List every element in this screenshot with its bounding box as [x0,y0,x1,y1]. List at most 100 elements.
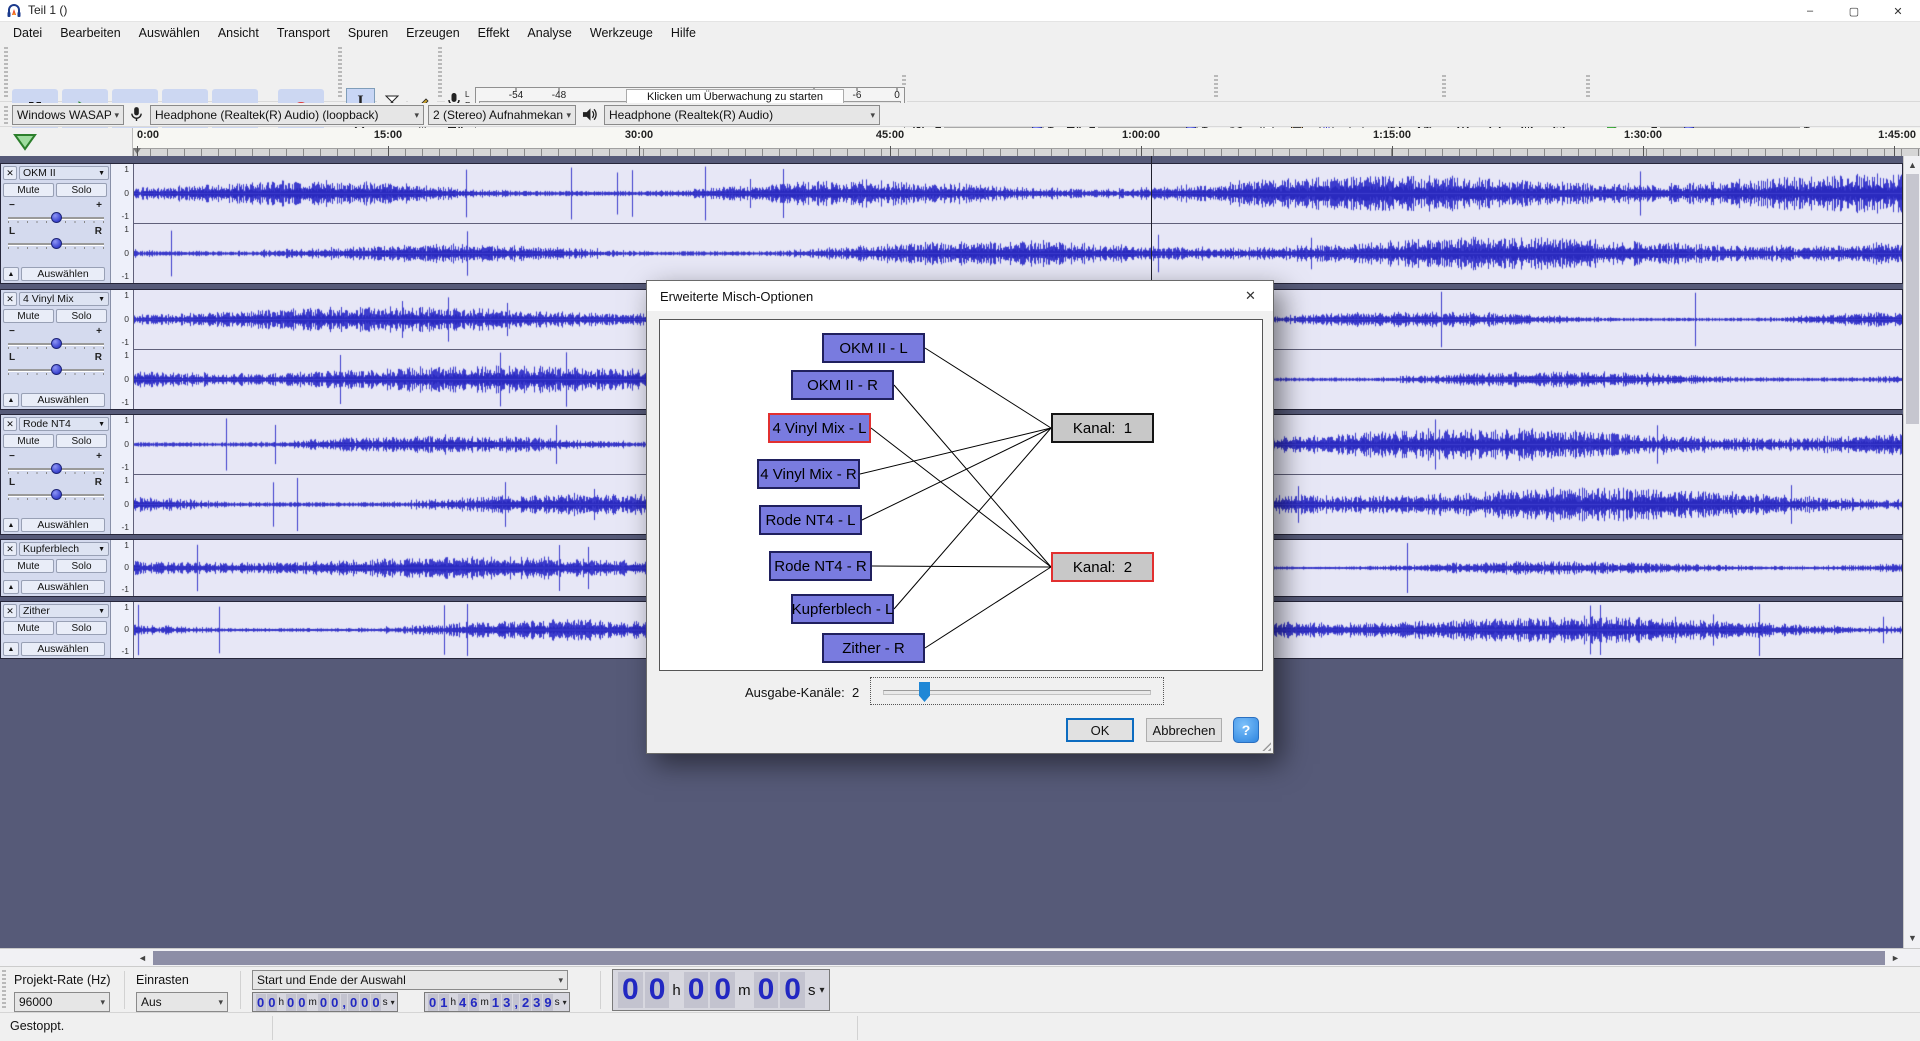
menu-bearbeiten[interactable]: Bearbeiten [51,23,129,43]
solo-button[interactable]: Solo [56,309,107,323]
solo-button[interactable]: Solo [56,434,107,448]
menu-erzeugen[interactable]: Erzeugen [397,23,469,43]
gain-slider-thumb[interactable] [51,212,62,223]
track-select-button[interactable]: Auswählen [21,267,105,281]
track-box-okmiir[interactable]: OKM II - R [791,370,894,400]
time-digit[interactable]: 0 [684,972,709,1008]
track-vertical-ruler[interactable]: 10-110-1 [111,290,134,409]
time-digit[interactable]: 0 [754,972,779,1008]
scroll-up-icon[interactable]: ▲ [1904,157,1920,173]
close-button[interactable]: ✕ [1876,0,1920,22]
recording-device-select[interactable]: Headphone (Realtek(R) Audio) (loopback)▾ [150,105,424,125]
track-name-menu[interactable]: OKM II▼ [19,166,109,180]
pan-slider-thumb[interactable] [51,489,62,500]
time-unit[interactable]: m [480,997,490,1008]
ok-button[interactable]: OK [1066,718,1134,742]
minimize-button[interactable]: – [1788,0,1832,22]
time-unit[interactable]: s [382,997,389,1008]
track-vertical-ruler[interactable]: 10-110-1 [111,164,134,283]
track-box-4vinylmixr[interactable]: 4 Vinyl Mix - R [757,459,860,489]
toolbar-gripper[interactable] [1442,75,1446,99]
track-collapse-button[interactable]: ▲ [3,393,19,407]
recording-channels-select[interactable]: 2 (Stereo) Aufnahmekanäle▾ [428,105,576,125]
time-unit[interactable]: m [308,997,318,1008]
menu-werkzeuge[interactable]: Werkzeuge [581,23,662,43]
track-close-button[interactable]: ✕ [3,292,17,306]
time-digit[interactable]: 0 [286,994,296,1011]
menu-effekt[interactable]: Effekt [469,23,519,43]
time-digit[interactable]: 0 [256,994,266,1011]
track-vertical-ruler[interactable]: 10-1 [111,602,134,658]
mute-button[interactable]: Mute [3,183,54,197]
cancel-button[interactable]: Abbrechen [1146,718,1222,742]
track-name-menu[interactable]: Rode NT4▼ [19,417,109,431]
selection-start-field[interactable]: 00h00m00,000s▾ [252,992,398,1012]
waveform-canvas[interactable] [134,164,1902,223]
channel-box-2[interactable]: Kanal: 2 [1051,552,1154,582]
gain-slider-thumb[interactable] [51,463,62,474]
toolbar-gripper[interactable] [1214,75,1218,99]
dialog-close-button[interactable]: ✕ [1228,281,1273,310]
time-digit[interactable]: 6 [469,994,479,1011]
mute-button[interactable]: Mute [3,559,54,573]
menu-datei[interactable]: Datei [4,23,51,43]
channel-box-1[interactable]: Kanal: 1 [1051,413,1154,443]
playback-device-select[interactable]: Headphone (Realtek(R) Audio)▾ [604,105,880,125]
pan-slider-thumb[interactable] [51,238,62,249]
track-box-okmiil[interactable]: OKM II - L [822,333,925,363]
track-select-button[interactable]: Auswählen [21,580,105,594]
time-digit[interactable]: 0 [348,994,358,1011]
chevron-down-icon[interactable]: ▾ [561,998,567,1007]
track-box-kupferblechl[interactable]: Kupferblech - L [791,594,894,624]
chevron-down-icon[interactable]: ▾ [817,985,824,996]
track-collapse-button[interactable]: ▲ [3,267,19,281]
menu-auswhlen[interactable]: Auswählen [130,23,209,43]
time-digit[interactable]: 0 [428,994,438,1011]
track-collapse-button[interactable]: ▲ [3,580,19,594]
track-box-rodent4l[interactable]: Rode NT4 - L [759,505,862,535]
timeline-ruler[interactable]: 0:0015:0030:0045:001:00:001:15:001:30:00… [0,128,1920,156]
track-box-zitherr[interactable]: Zither - R [822,633,925,663]
time-digit[interactable]: , [513,994,520,1011]
track-select-button[interactable]: Auswählen [21,393,105,407]
track-vertical-ruler[interactable]: 10-110-1 [111,415,134,534]
time-digit[interactable]: 0 [318,994,328,1011]
time-digit[interactable]: 1 [490,994,500,1011]
selection-mode-select[interactable]: Start und Ende der Auswahl ▾ [252,970,568,990]
time-digit[interactable]: 0 [371,994,381,1011]
toolbar-gripper[interactable] [4,47,8,99]
toolbar-gripper[interactable] [2,970,6,1010]
toolbar-gripper[interactable] [4,106,8,124]
audio-position-field[interactable]: 00h00m00s▾ [612,969,830,1011]
track-box-4vinylmixl[interactable]: 4 Vinyl Mix - L [768,413,871,443]
track-waveform[interactable] [134,164,1902,283]
snap-select[interactable]: Aus ▾ [136,992,228,1012]
toolbar-gripper[interactable] [338,47,342,99]
mute-button[interactable]: Mute [3,309,54,323]
time-digit[interactable]: 0 [297,994,307,1011]
help-button[interactable]: ? [1233,717,1259,743]
track-name-menu[interactable]: Kupferblech▼ [19,542,109,556]
menu-analyse[interactable]: Analyse [518,23,580,43]
pinned-play-head-icon[interactable] [12,132,38,152]
horizontal-scroll-thumb[interactable] [153,951,1885,965]
gain-slider[interactable] [8,212,104,224]
scroll-down-icon[interactable]: ▼ [1904,930,1920,946]
track-select-button[interactable]: Auswählen [21,642,105,656]
solo-button[interactable]: Solo [56,183,107,197]
track-select-button[interactable]: Auswählen [21,518,105,532]
solo-button[interactable]: Solo [56,621,107,635]
solo-button[interactable]: Solo [56,559,107,573]
output-channels-slider[interactable] [870,677,1164,705]
slider-thumb[interactable] [919,682,930,702]
time-digit[interactable]: 0 [780,972,805,1008]
toolbar-gripper[interactable] [1586,75,1590,99]
pan-slider[interactable] [8,489,104,501]
pan-slider-thumb[interactable] [51,364,62,375]
time-unit[interactable]: s [806,982,818,999]
chevron-down-icon[interactable]: ▾ [389,998,395,1007]
toolbar-gripper[interactable] [438,47,442,99]
maximize-button[interactable]: ▢ [1832,0,1876,22]
time-unit[interactable]: m [736,982,753,999]
menu-hilfe[interactable]: Hilfe [662,23,705,43]
